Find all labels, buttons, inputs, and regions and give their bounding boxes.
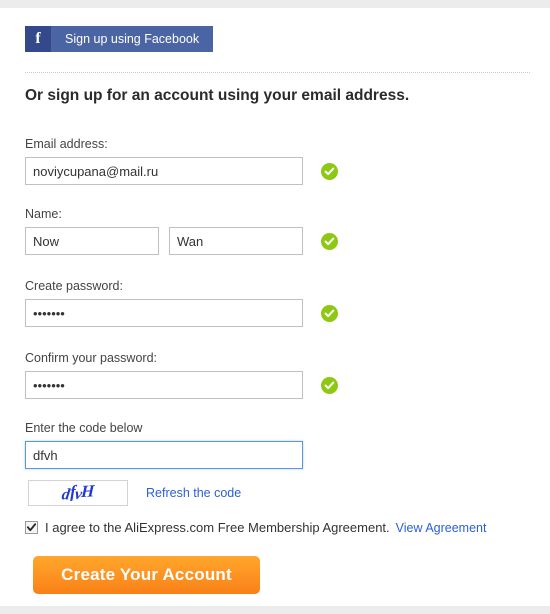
confirm-password-field-group: Confirm your password: [25,351,338,399]
password-row [25,299,338,327]
section-divider [25,72,530,73]
view-agreement-link[interactable]: View Agreement [396,521,487,535]
confirm-password-label: Confirm your password: [25,351,157,365]
confirm-password-valid-check-icon [321,376,338,394]
signup-page: f Sign up using Facebook Or sign up for … [0,8,550,606]
captcha-image-text: dfvH [60,481,95,504]
refresh-captcha-link[interactable]: Refresh the code [146,486,241,500]
page-title: Or sign up for an account using your ema… [25,87,410,104]
captcha-input-row [25,441,303,469]
email-input[interactable] [25,157,303,185]
name-field-group: Name: [25,207,338,255]
facebook-signup-button[interactable]: f Sign up using Facebook [25,26,214,52]
email-field-group: Email address: [25,137,338,185]
captcha-image: dfvH [28,480,128,506]
password-label: Create password: [25,279,123,293]
agreement-checkbox[interactable] [25,521,38,534]
password-field-group: Create password: [25,279,338,327]
name-row [25,227,338,255]
confirm-password-row [25,371,338,399]
captcha-input[interactable] [25,441,303,469]
captcha-field-group: Enter the code below [25,421,303,469]
email-valid-check-icon [321,162,338,180]
email-label: Email address: [25,137,108,151]
agreement-row: I agree to the AliExpress.com Free Membe… [25,520,486,535]
bottom-edge-strip [0,606,550,614]
captcha-label: Enter the code below [25,421,143,435]
agreement-text: I agree to the AliExpress.com Free Membe… [45,520,390,535]
email-row [25,157,338,185]
checkmark-icon [26,523,37,532]
captcha-image-row: dfvH Refresh the code [28,480,241,506]
first-name-input[interactable] [25,227,159,255]
password-valid-check-icon [321,304,338,322]
facebook-f-icon: f [25,26,51,52]
confirm-password-input[interactable] [25,371,303,399]
name-valid-check-icon [321,232,338,250]
last-name-input[interactable] [169,227,303,255]
top-edge-strip [0,0,550,8]
name-label: Name: [25,207,62,221]
facebook-signup-label: Sign up using Facebook [65,32,200,46]
create-account-button[interactable]: Create Your Account [33,556,260,594]
password-input[interactable] [25,299,303,327]
